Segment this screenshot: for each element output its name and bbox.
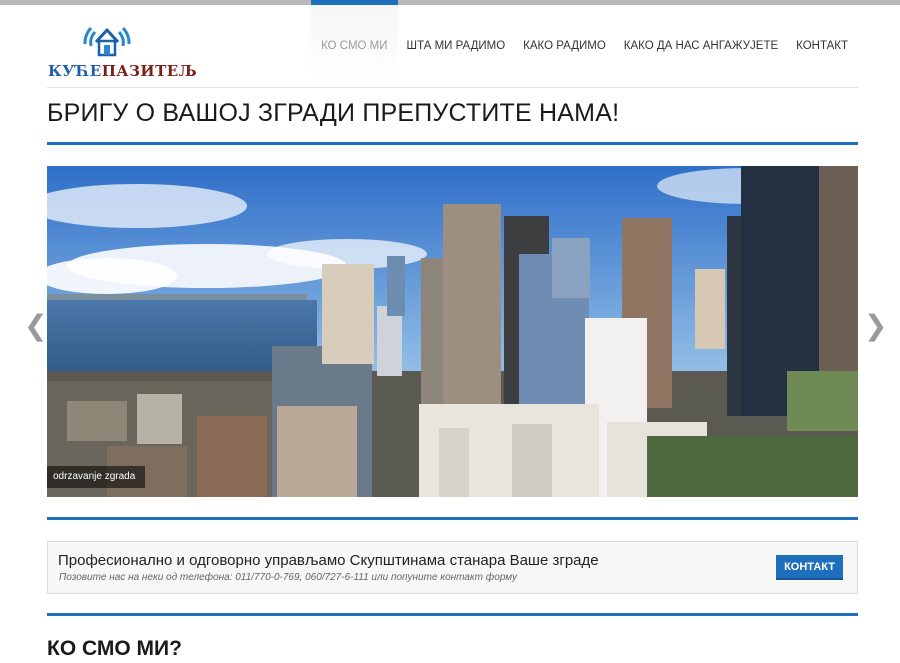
divider-rule bbox=[47, 142, 858, 145]
chevron-right-icon[interactable]: ❯ bbox=[864, 312, 887, 340]
divider-rule bbox=[47, 613, 858, 616]
nav-item-kako-da-nas-angazujete[interactable]: КАКО ДА НАС АНГАЖУЈЕТЕ bbox=[615, 5, 787, 83]
slide-caption: odrzavanje zgrada bbox=[47, 466, 146, 488]
nav-item-sta-mi-radimo[interactable]: ШТА МИ РАДИМО bbox=[398, 5, 515, 83]
city-skyline-image bbox=[47, 166, 858, 497]
chevron-left-icon[interactable]: ❮ bbox=[24, 312, 47, 340]
callout-subtitle: Позовите нас на неки од телефона: 011/77… bbox=[59, 572, 518, 583]
main-nav: КО СМО МИ ШТА МИ РАДИМО КАКО РАДИМО КАКО… bbox=[311, 0, 858, 83]
nav-item-ko-smo-mi[interactable]: КО СМО МИ bbox=[311, 0, 398, 83]
logo-wordmark: КУЋЕПАЗИТЕЉ bbox=[48, 62, 198, 80]
nav-item-kontakt[interactable]: КОНТАКТ bbox=[787, 5, 858, 83]
hero-slider[interactable]: odrzavanje zgrada bbox=[47, 166, 858, 497]
nav-item-kako-radimo[interactable]: КАКО РАДИМО bbox=[514, 5, 615, 83]
page-title: БРИГУ О ВАШОЈ ЗГРАДИ ПРЕПУСТИТЕ НАМА! bbox=[47, 99, 620, 127]
contact-button[interactable]: КОНТАКТ bbox=[776, 555, 843, 580]
callout-title: Професионално и одговорно управљамо Скуп… bbox=[58, 552, 599, 569]
contact-callout: Професионално и одговорно управљамо Скуп… bbox=[47, 541, 858, 594]
house-wifi-icon bbox=[83, 26, 131, 57]
divider-rule bbox=[47, 517, 858, 520]
section-title: КО СМО МИ? bbox=[47, 637, 182, 660]
site-header: КУЋЕПАЗИТЕЉ КО СМО МИ ШТА МИ РАДИМО КАКО… bbox=[47, 0, 858, 88]
site-logo[interactable]: КУЋЕПАЗИТЕЉ bbox=[47, 20, 197, 80]
